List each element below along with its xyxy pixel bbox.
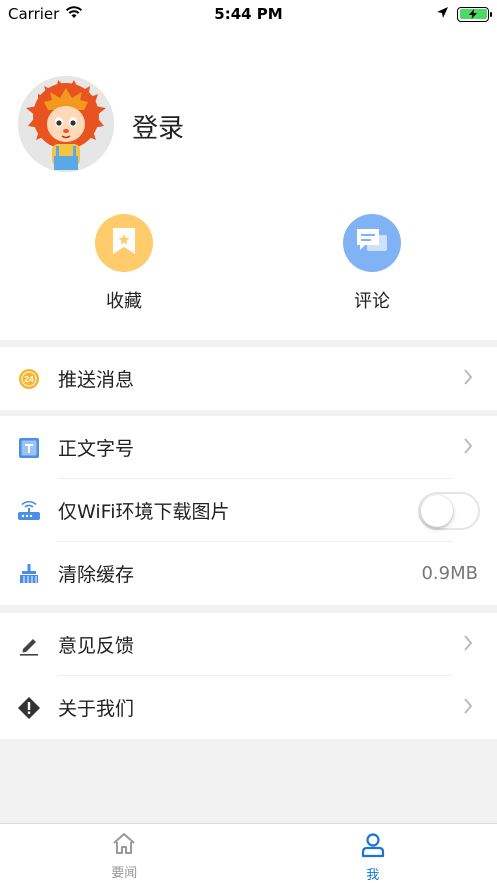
push-24-icon: 24 — [17, 367, 41, 391]
bookmark-star-icon — [110, 226, 138, 260]
comments-label: 评论 — [354, 291, 390, 312]
cache-size-value: 0.9MB — [421, 563, 478, 584]
settings-group-push: 24 推送消息 — [0, 347, 497, 410]
about-us-row[interactable]: 关于我们 — [0, 676, 497, 739]
tab-me[interactable]: 我 — [249, 824, 497, 883]
login-label[interactable]: 登录 — [132, 108, 184, 145]
favorites-circle — [95, 214, 153, 272]
comments-button[interactable]: 评论 — [312, 214, 432, 313]
about-us-label: 关于我们 — [58, 698, 135, 720]
router-icon — [17, 499, 41, 523]
status-bar: Carrier 5:44 PM — [0, 0, 497, 28]
settings-group-display: 正文字号 仅WiFi环境下载图片 清除缓存 0.9MB — [0, 416, 497, 605]
tab-news-label: 要闻 — [111, 866, 138, 881]
wifi-images-toggle[interactable] — [418, 491, 480, 530]
push-notifications-label: 推送消息 — [58, 369, 135, 391]
toggle-knob — [421, 494, 453, 527]
chevron-right-icon — [463, 697, 473, 719]
font-size-row[interactable]: 正文字号 — [0, 416, 497, 479]
clear-cache-row[interactable]: 清除缓存 0.9MB — [0, 542, 497, 605]
status-time: 5:44 PM — [214, 5, 283, 23]
chevron-right-icon — [463, 634, 473, 656]
push-notifications-row[interactable]: 24 推送消息 — [0, 347, 497, 410]
text-size-icon — [17, 436, 41, 460]
person-icon — [360, 832, 386, 862]
feedback-row[interactable]: 意见反馈 — [0, 613, 497, 676]
tab-me-label: 我 — [366, 868, 380, 883]
wifi-images-row: 仅WiFi环境下载图片 — [0, 479, 497, 542]
tab-bar: 要闻 我 — [0, 823, 497, 883]
feedback-label: 意见反馈 — [58, 635, 135, 657]
chevron-right-icon — [463, 437, 473, 459]
wifi-images-label: 仅WiFi环境下载图片 — [58, 501, 230, 523]
clear-cache-label: 清除缓存 — [58, 564, 135, 586]
broom-icon — [17, 562, 41, 586]
comment-icon — [355, 227, 389, 259]
settings-group-about: 意见反馈 关于我们 — [0, 613, 497, 739]
avatar[interactable] — [18, 76, 114, 172]
chevron-right-icon — [463, 368, 473, 390]
favorites-label: 收藏 — [106, 291, 142, 312]
favorites-button[interactable]: 收藏 — [64, 214, 184, 313]
svg-text:24: 24 — [24, 374, 34, 384]
battery-icon — [457, 6, 492, 22]
home-icon — [111, 832, 137, 860]
profile-header: 登录 收藏 评论 — [0, 28, 497, 340]
info-diamond-icon — [17, 696, 41, 720]
tab-news[interactable]: 要闻 — [0, 824, 249, 883]
comments-circle — [343, 214, 401, 272]
pencil-icon — [17, 633, 41, 657]
font-size-label: 正文字号 — [58, 438, 135, 460]
